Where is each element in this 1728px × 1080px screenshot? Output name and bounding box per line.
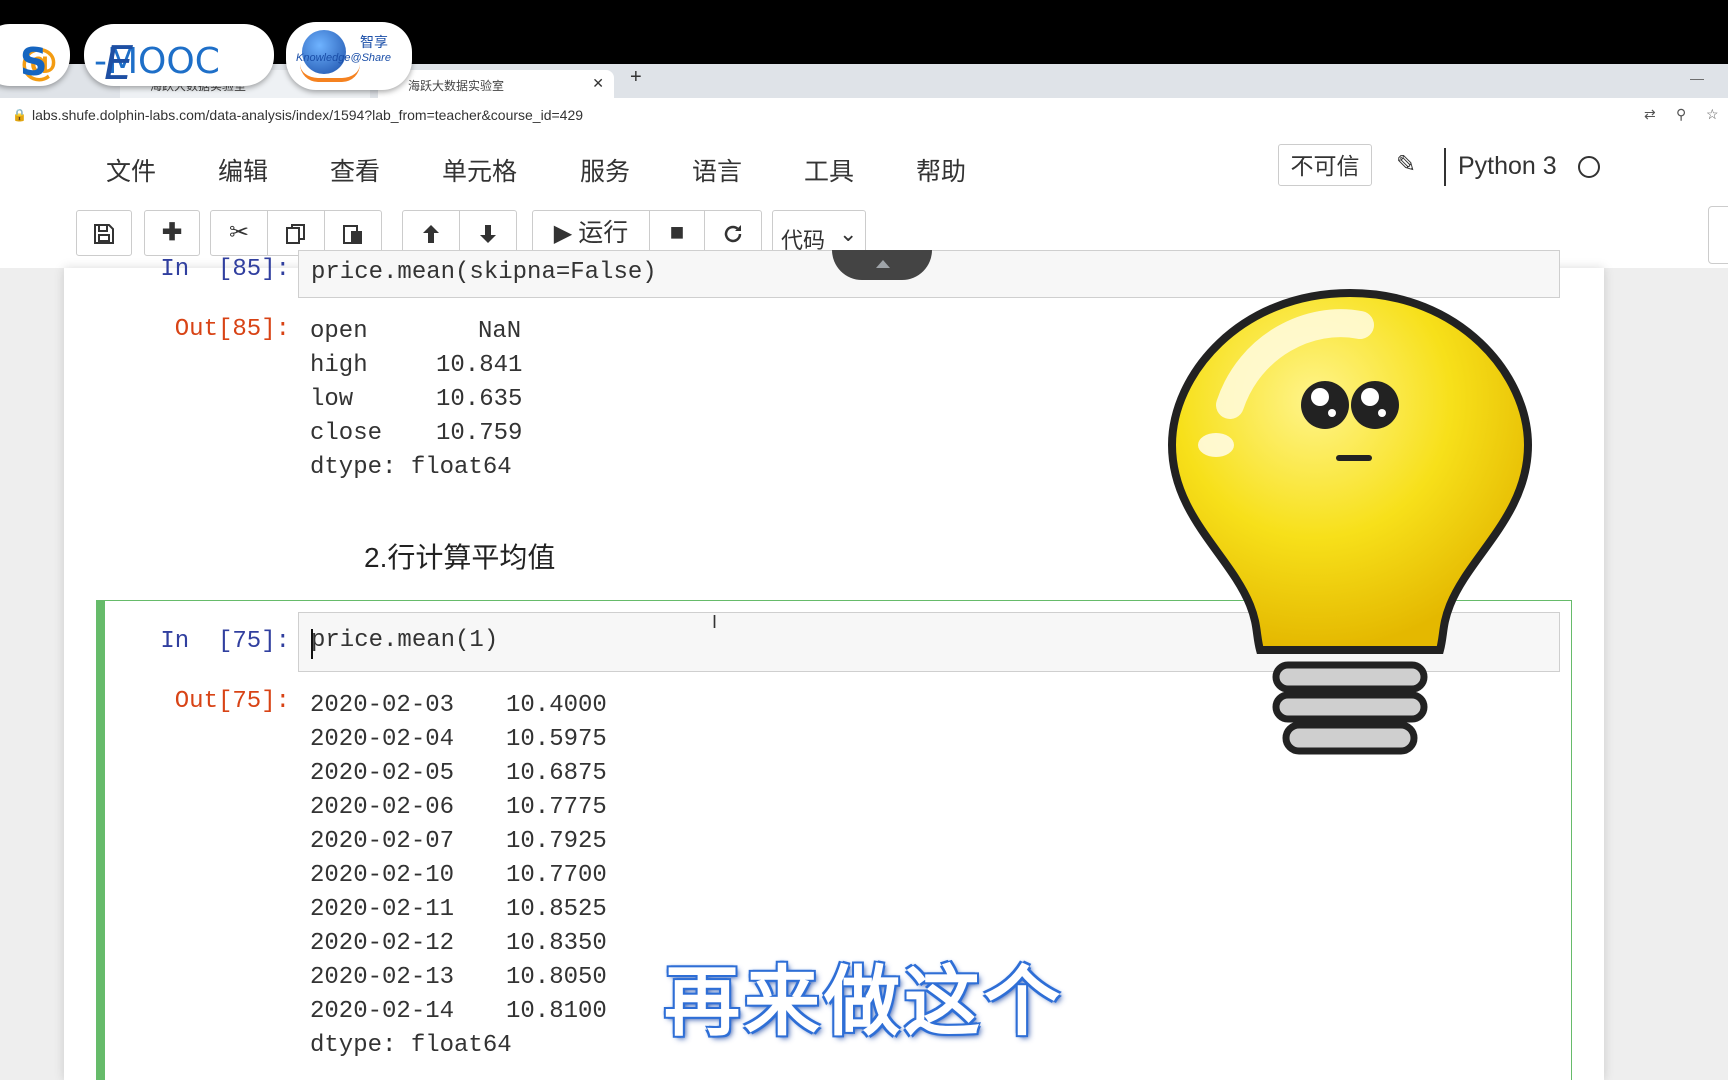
new-tab-icon[interactable]: + (630, 66, 642, 89)
notebook-menubar: 文件 编辑 查看 单元格 服务 语言 工具 帮助 不可信 ✎ Python 3 (0, 132, 1728, 200)
menu-edit[interactable]: 编辑 (218, 152, 268, 188)
menu-kernel[interactable]: 服务 (580, 152, 630, 188)
copy-icon (286, 223, 305, 244)
markdown-heading: 2.行计算平均值 (364, 542, 556, 573)
lock-icon[interactable]: 🔒 (12, 108, 27, 122)
video-subtitle: 再来做这个 (664, 957, 1064, 1046)
kernel-separator (1444, 148, 1446, 186)
refresh-icon (724, 224, 742, 242)
save-button[interactable] (76, 210, 132, 256)
tab-title: 海跃大数据实验室 (408, 79, 505, 93)
menu-view[interactable]: 查看 (330, 152, 380, 188)
lightbulb-mascot-icon (1167, 288, 1533, 755)
kernel-status-icon (1578, 156, 1600, 178)
url-text[interactable]: labs.shufe.dolphin-labs.com/data-analysi… (32, 107, 583, 123)
zoom-icon[interactable]: ⚲ (1676, 106, 1686, 123)
cell2-code[interactable]: price.mean(1) (311, 627, 498, 654)
translate-icon[interactable]: ⇄ (1644, 106, 1656, 123)
menu-language[interactable]: 语言 (692, 152, 742, 188)
browser-tab-active[interactable]: 海跃大数据实验室 ✕ (378, 70, 614, 98)
cell1-out-prompt: Out[85]: (174, 316, 290, 343)
star-icon[interactable]: ☆ (1706, 106, 1719, 123)
stop-icon: ■ (669, 219, 685, 246)
arrow-up-icon (423, 224, 439, 243)
menu-help[interactable]: 帮助 (916, 152, 966, 188)
paste-icon (343, 224, 362, 244)
cell1-code[interactable]: price.mean(skipna=False) (311, 259, 657, 286)
save-icon (94, 223, 114, 244)
as-logo: @ S (0, 24, 70, 86)
pencil-icon[interactable]: ✎ (1396, 150, 1416, 179)
menu-file[interactable]: 文件 (106, 152, 156, 188)
address-bar[interactable]: 🔒 labs.shufe.dolphin-labs.com/data-analy… (0, 98, 1728, 133)
plus-icon: ✚ (161, 219, 183, 246)
chevron-down-icon: ⌄ (839, 221, 858, 246)
insert-cell-button[interactable]: ✚ (144, 210, 200, 256)
toolbar-collapse-toggle[interactable] (832, 250, 932, 280)
not-trusted-button[interactable]: 不可信 (1278, 144, 1372, 186)
cell2-out-prompt: Out[75]: (174, 688, 290, 715)
scissors-icon: ✂ (228, 219, 250, 246)
side-panel-edge[interactable] (1708, 206, 1728, 264)
selected-cell-indicator (96, 600, 105, 1080)
menu-tools[interactable]: 工具 (804, 152, 854, 188)
cell1-in-prompt: In [85]: (160, 256, 290, 283)
cell2-in-prompt: In [75]: (160, 628, 290, 655)
emooc-logo: E -MOOC (84, 24, 274, 90)
minimize-icon[interactable]: — (1690, 70, 1704, 86)
text-cursor (311, 629, 313, 659)
play-icon: ▶ (553, 220, 573, 247)
menu-cell[interactable]: 单元格 (442, 152, 517, 188)
knowledge-share-logo: 智享 Knowledge@Share (286, 22, 412, 90)
close-icon[interactable]: ✕ (592, 75, 604, 92)
cut-button[interactable]: ✂ (210, 210, 268, 256)
mouse-ibeam-icon: I (712, 612, 718, 632)
arrow-down-icon (480, 224, 496, 243)
kernel-name: Python 3 (1458, 152, 1557, 180)
